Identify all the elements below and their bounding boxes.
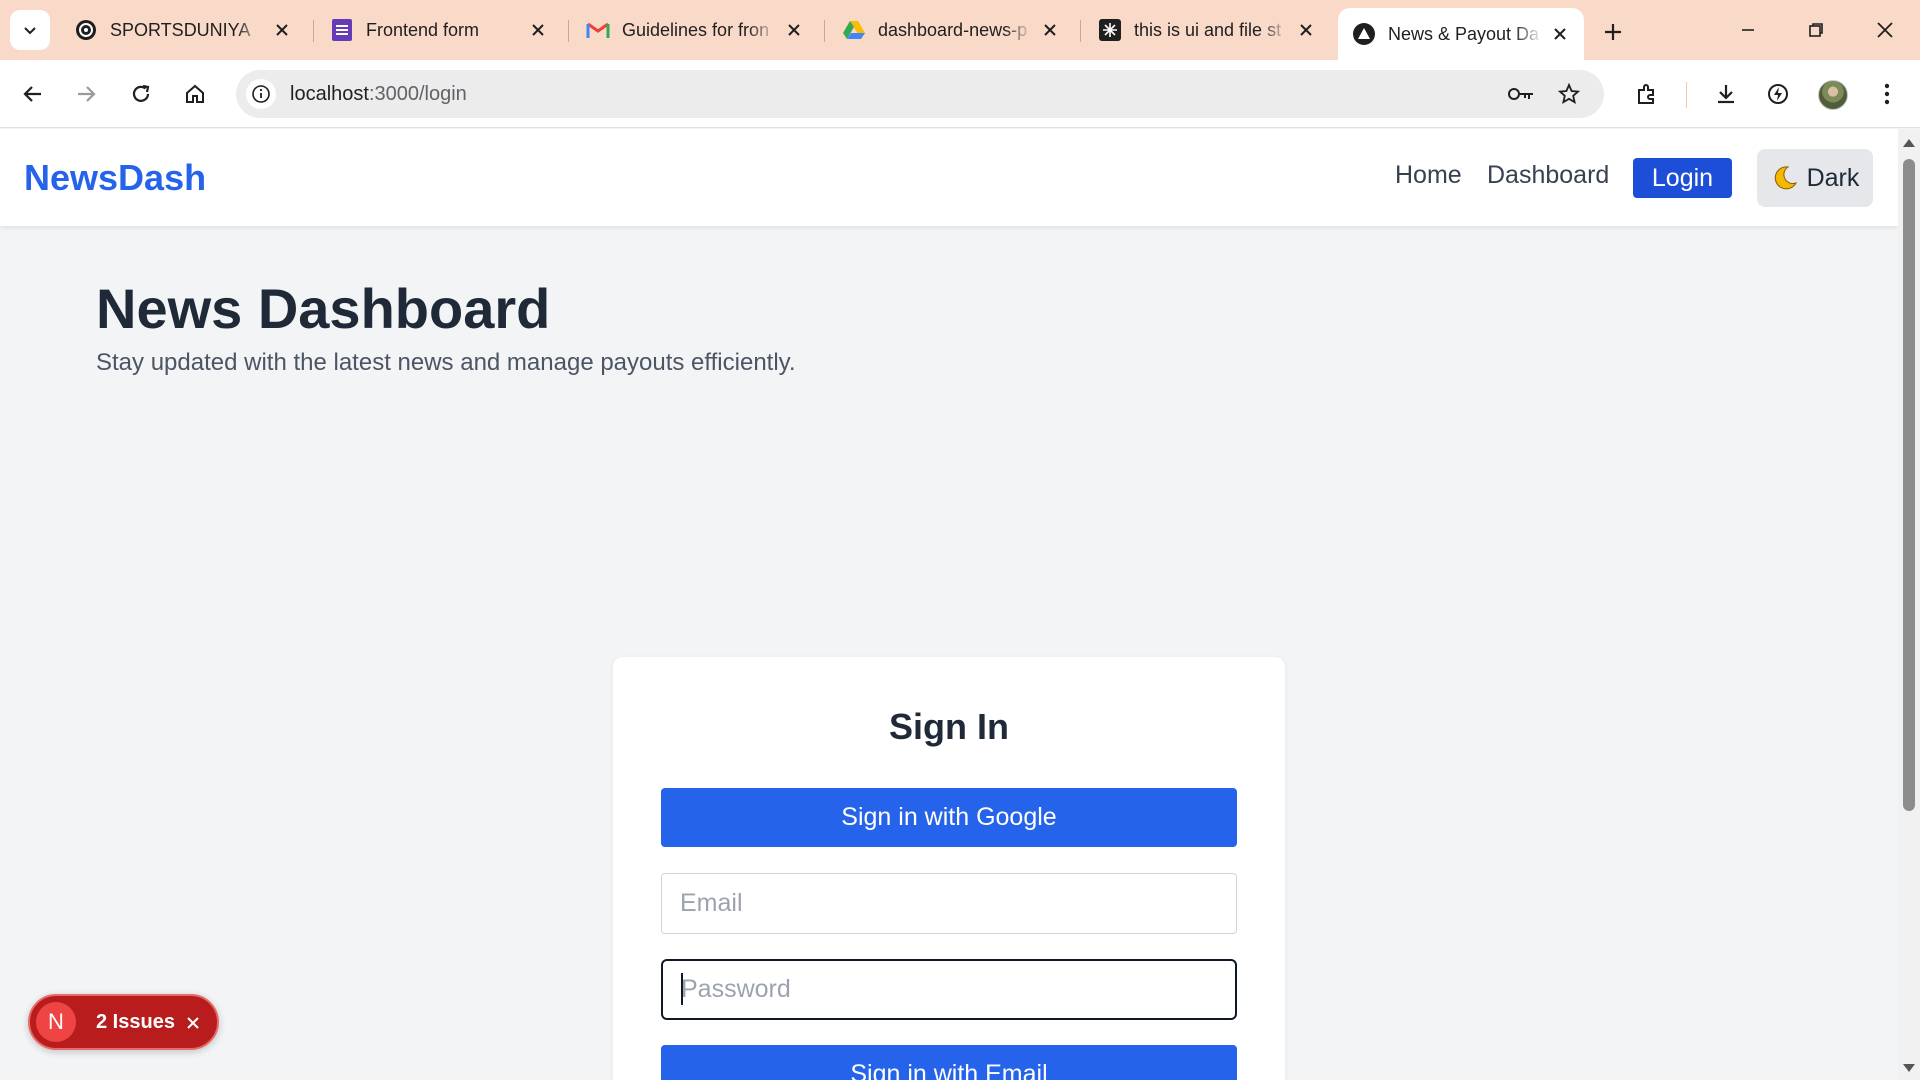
- minimize-icon: [1742, 29, 1754, 31]
- email-signin-button[interactable]: Sign in with Email: [661, 1045, 1237, 1080]
- toolbar-divider: [1686, 82, 1687, 108]
- profile-avatar[interactable]: [1818, 80, 1848, 110]
- theme-toggle-label: Dark: [1806, 163, 1860, 192]
- issues-badge[interactable]: N 2 Issues: [28, 994, 219, 1050]
- url-host: localhost: [290, 83, 369, 105]
- page-subtitle: Stay updated with the latest news and ma…: [96, 349, 796, 376]
- close-icon[interactable]: [782, 18, 806, 42]
- google-signin-button[interactable]: Sign in with Google: [661, 788, 1237, 847]
- tab-search-button[interactable]: [10, 10, 50, 50]
- menu-button[interactable]: [1867, 74, 1907, 114]
- brand-logo[interactable]: NewsDash: [24, 157, 206, 199]
- nextjs-logo: N: [36, 1002, 76, 1042]
- chatgpt-icon: [1098, 18, 1122, 42]
- arrow-right-icon: [78, 86, 96, 102]
- tab-title: dashboard-news-p: [878, 19, 1028, 40]
- close-icon: [1877, 22, 1893, 38]
- tab-sportsduniya[interactable]: SPORTSDUNIYA: [60, 10, 306, 50]
- close-window-button[interactable]: [1860, 8, 1910, 52]
- tab-title: News & Payout Da: [1388, 23, 1540, 44]
- restore-icon: [1809, 23, 1823, 37]
- password-field[interactable]: [661, 959, 1237, 1020]
- scroll-down-arrow-icon[interactable]: [1903, 1064, 1915, 1072]
- site-info-icon[interactable]: [246, 79, 276, 109]
- downloads-button[interactable]: [1706, 74, 1746, 114]
- performance-icon: [1768, 84, 1788, 104]
- tab-separator: [568, 20, 569, 42]
- address-url: localhost:3000/login: [290, 83, 467, 106]
- arrow-left-icon: [23, 86, 41, 102]
- issues-label: 2 Issues: [96, 1011, 175, 1033]
- close-icon[interactable]: [270, 18, 294, 42]
- close-icon[interactable]: [1294, 18, 1318, 42]
- tab-guidelines[interactable]: Guidelines for fron: [572, 10, 818, 50]
- browser-tabstrip: SPORTSDUNIYA Frontend form Guidelines fo…: [0, 0, 1920, 60]
- tab-frontend-form[interactable]: Frontend form: [316, 10, 562, 50]
- extensions-button[interactable]: [1627, 74, 1667, 114]
- download-icon: [1718, 85, 1734, 104]
- page-scrollbar[interactable]: [1898, 129, 1920, 1080]
- page-viewport: NewsDash Home Dashboard Login Dark News …: [0, 129, 1898, 1080]
- google-drive-icon: [842, 18, 866, 42]
- sportsduniya-icon: [74, 18, 98, 42]
- moon-icon: [1771, 164, 1799, 192]
- address-bar[interactable]: localhost:3000/login: [236, 70, 1604, 118]
- tab-title: SPORTSDUNIYA: [110, 19, 251, 40]
- forward-button[interactable]: [66, 74, 106, 114]
- email-field[interactable]: [661, 873, 1237, 934]
- tab-dashboard-news[interactable]: dashboard-news-p: [828, 10, 1074, 50]
- app-favicon-icon: [1352, 22, 1376, 46]
- new-tab-button[interactable]: [1595, 14, 1631, 50]
- tab-separator: [313, 20, 314, 42]
- gmail-icon: [586, 18, 610, 42]
- nav-home-link[interactable]: Home: [1395, 161, 1462, 190]
- performance-button[interactable]: [1758, 74, 1798, 114]
- url-path: :3000/login: [368, 83, 467, 105]
- tab-separator: [1080, 20, 1081, 42]
- restore-button[interactable]: [1791, 8, 1841, 52]
- nav-dashboard-link[interactable]: Dashboard: [1487, 161, 1609, 190]
- bookmark-star-icon[interactable]: [1554, 79, 1584, 109]
- password-key-icon[interactable]: [1506, 79, 1536, 109]
- tab-title: Guidelines for fron: [622, 19, 770, 40]
- tab-separator: [824, 20, 825, 42]
- chevron-down-icon: [24, 27, 36, 35]
- tab-news-payout[interactable]: News & Payout Da: [1338, 8, 1584, 60]
- more-vertical-icon: [1884, 83, 1890, 105]
- close-icon[interactable]: [526, 18, 550, 42]
- close-icon[interactable]: [1548, 22, 1572, 46]
- theme-toggle-button[interactable]: Dark: [1757, 149, 1873, 207]
- signin-card: Sign In Sign in with Google Sign in with…: [613, 657, 1285, 1080]
- signin-title: Sign In: [889, 706, 1009, 747]
- nav-login-button[interactable]: Login: [1633, 158, 1732, 198]
- minimize-button[interactable]: [1723, 8, 1773, 52]
- back-button[interactable]: [13, 74, 53, 114]
- tab-title: Frontend form: [366, 19, 480, 40]
- reload-button[interactable]: [121, 74, 161, 114]
- app-navbar: NewsDash Home Dashboard Login Dark: [0, 129, 1898, 226]
- scroll-up-arrow-icon[interactable]: [1903, 139, 1915, 147]
- puzzle-icon: [1638, 84, 1654, 104]
- page-title: News Dashboard: [96, 277, 551, 340]
- google-forms-icon: [330, 18, 354, 42]
- close-icon[interactable]: [182, 1012, 204, 1034]
- tab-title: this is ui and file st: [1134, 19, 1282, 40]
- text-cursor: [681, 973, 683, 1005]
- reload-icon: [132, 84, 150, 102]
- plus-icon: [1605, 24, 1621, 40]
- home-icon: [186, 84, 204, 103]
- tab-chatgpt[interactable]: this is ui and file st: [1084, 10, 1330, 50]
- browser-toolbar: localhost:3000/login: [0, 60, 1920, 128]
- close-icon[interactable]: [1038, 18, 1062, 42]
- home-button[interactable]: [175, 74, 215, 114]
- scroll-thumb[interactable]: [1903, 159, 1915, 811]
